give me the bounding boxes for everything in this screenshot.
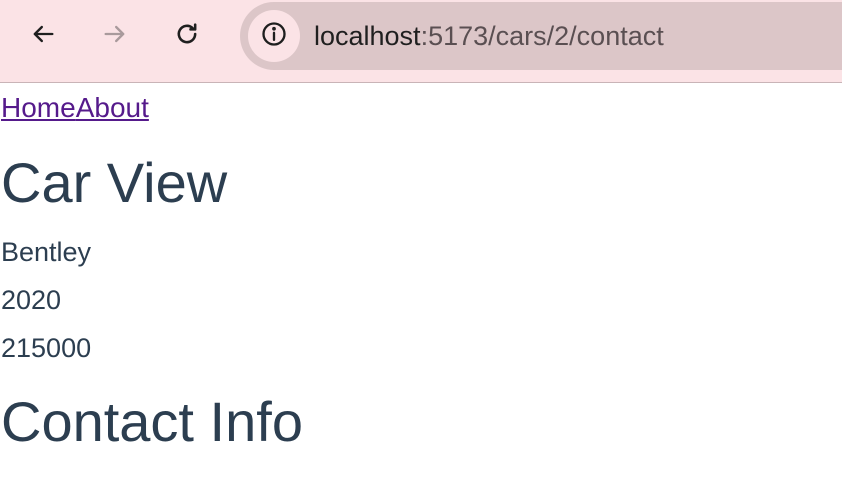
browser-toolbar: localhost:5173/cars/2/contact <box>0 0 842 83</box>
info-icon <box>260 20 288 53</box>
address-bar[interactable]: localhost:5173/cars/2/contact <box>240 2 842 70</box>
car-name: Bentley <box>1 237 92 267</box>
reload-icon <box>173 20 201 53</box>
nav-link-about[interactable]: About <box>76 92 149 123</box>
back-button[interactable] <box>21 14 65 58</box>
contact-info-heading: Contact Info <box>1 390 303 453</box>
arrow-left-icon <box>29 20 57 53</box>
url-path: :5173/cars/2/contact <box>420 21 664 51</box>
car-price: 215000 <box>1 333 92 363</box>
car-year: 2020 <box>1 285 62 315</box>
nav-link-home[interactable]: Home <box>1 92 76 123</box>
car-view-heading: Car View <box>1 151 228 214</box>
url-host: localhost <box>314 21 421 51</box>
main-nav: HomeAbout <box>1 91 149 125</box>
reload-button[interactable] <box>165 14 209 58</box>
url-text[interactable]: localhost:5173/cars/2/contact <box>314 20 664 52</box>
arrow-right-icon <box>101 20 129 53</box>
forward-button[interactable] <box>93 14 137 58</box>
site-info-button[interactable] <box>248 10 300 62</box>
